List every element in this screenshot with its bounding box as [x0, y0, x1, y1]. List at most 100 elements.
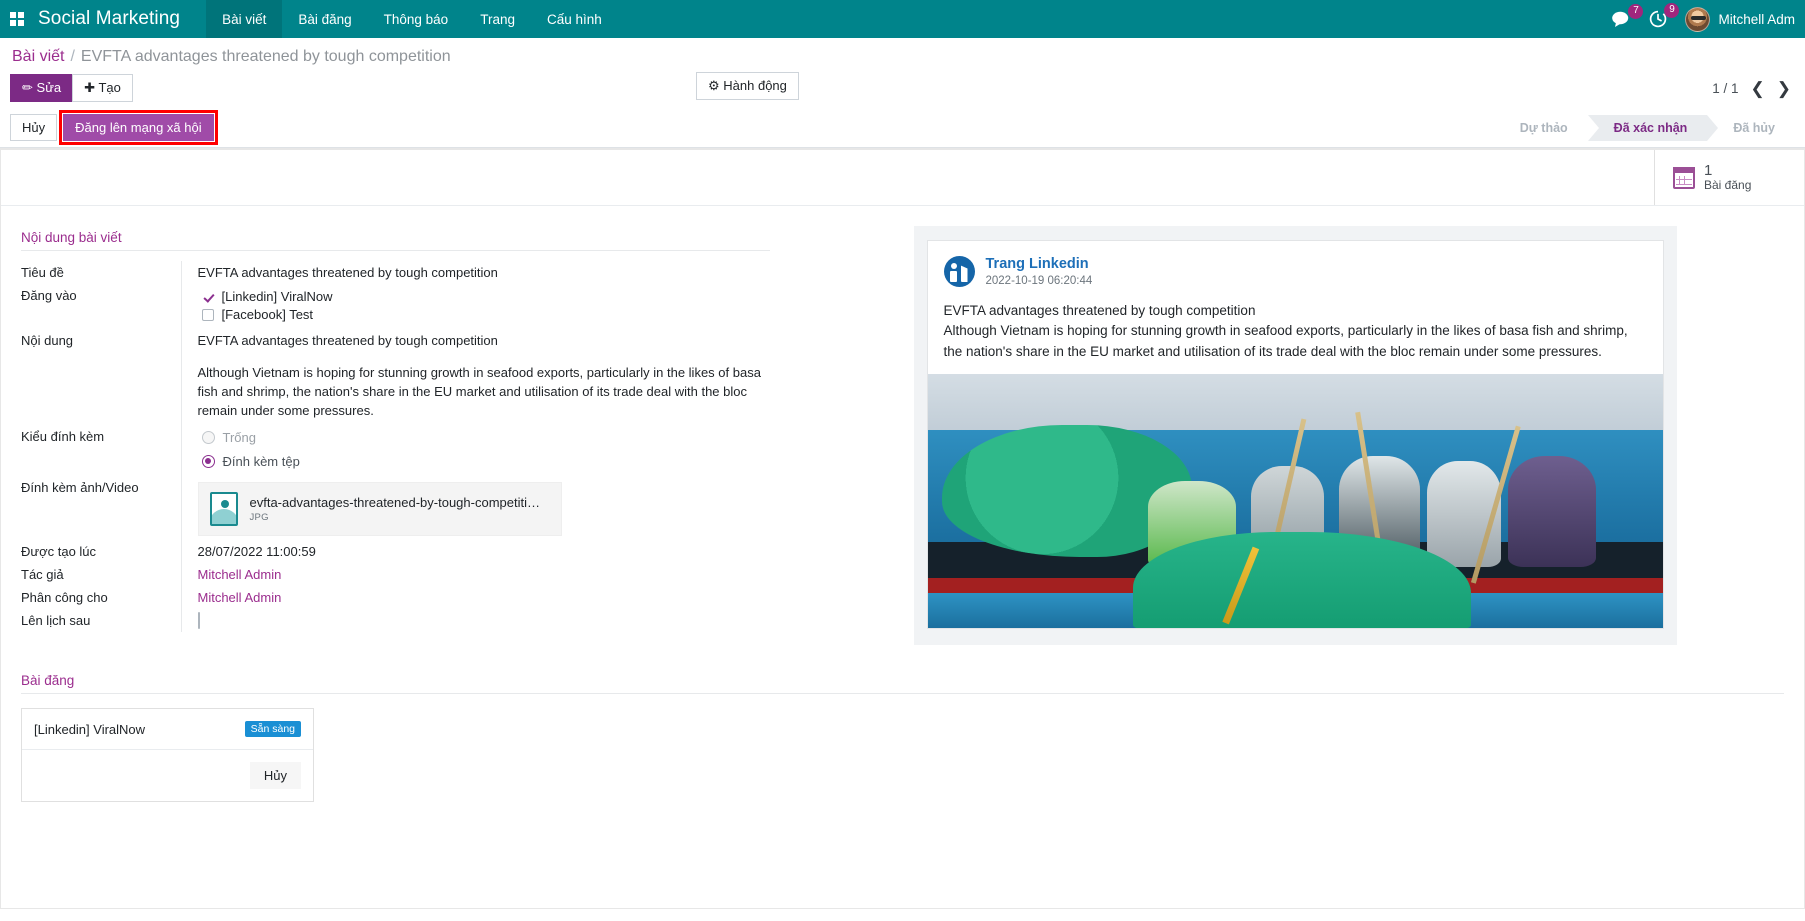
user-menu[interactable]: Mitchell Adm: [1685, 7, 1795, 32]
preview-column: Trang Linkedin 2022-10-19 06:20:44 EVFTA…: [786, 220, 1804, 645]
user-name-label: Mitchell Adm: [1718, 12, 1795, 27]
post-to-social-button[interactable]: Đăng lên mạng xã hội: [63, 114, 213, 141]
messages-button[interactable]: 7: [1612, 11, 1631, 28]
value-author[interactable]: Mitchell Admin: [181, 563, 770, 586]
messages-badge: 7: [1628, 4, 1643, 19]
value-assigned[interactable]: Mitchell Admin: [181, 586, 770, 609]
pager-previous-icon[interactable]: ❮: [1751, 80, 1765, 97]
form-group-title: Nội dung bài viết: [21, 230, 770, 251]
stat-button-box: 1 Bài đăng: [1, 150, 1804, 206]
value-schedule: [181, 609, 770, 632]
preview-identity: Trang Linkedin 2022-10-19 06:20:44: [986, 255, 1093, 289]
menu-item-configuration[interactable]: Cấu hình: [531, 0, 618, 38]
activities-badge: 9: [1664, 3, 1679, 18]
attachment-option-empty[interactable]: Trống: [202, 430, 771, 445]
pencil-icon: ✏: [22, 80, 33, 95]
record-buttons: ✏ Sửa ✚ Tạo: [10, 74, 133, 102]
gear-icon: ⚙: [708, 78, 720, 93]
menu-item-posts[interactable]: Bài đăng: [282, 0, 367, 38]
post-card-cancel-button[interactable]: Hủy: [250, 762, 301, 789]
account-option-facebook[interactable]: [Facebook] Test: [202, 307, 771, 322]
attachment-option-label-file: Đính kèm tệp: [223, 454, 300, 469]
label-title: Tiêu đề: [21, 261, 181, 284]
field-row-created: Được tạo lúc 28/07/2022 11:00:59: [21, 540, 770, 563]
value-message[interactable]: EVFTA advantages threatened by tough com…: [181, 329, 770, 425]
edit-button-label: Sửa: [37, 80, 62, 95]
control-panel: Bài viết / EVFTA advantages threatened b…: [0, 38, 1805, 148]
pager: 1 / 1 ❮ ❯: [1712, 80, 1795, 97]
toolbar: ✏ Sửa ✚ Tạo ⚙ Hành động 1 / 1 ❮ ❯: [10, 70, 1795, 110]
field-row-message: Nội dung EVFTA advantages threatened by …: [21, 329, 770, 425]
attachment-item[interactable]: evfta-advantages-threatened-by-tough-com…: [198, 482, 562, 536]
attachment-option-label-empty: Trống: [223, 430, 256, 445]
edit-button[interactable]: ✏ Sửa: [10, 74, 73, 102]
action-button[interactable]: ⚙ Hành động: [696, 72, 799, 100]
sheet-body: Nội dung bài viết Tiêu đề EVFTA advantag…: [1, 206, 1804, 645]
attachment-extension: JPG: [250, 512, 547, 523]
attachment-option-file[interactable]: Đính kèm tệp: [202, 454, 771, 469]
value-attachment: evfta-advantages-threatened-by-tough-com…: [181, 476, 770, 540]
status-badge: Sẵn sàng: [245, 721, 301, 737]
field-row-title: Tiêu đề EVFTA advantages threatened by t…: [21, 261, 770, 284]
stat-label: Bài đăng: [1704, 179, 1751, 193]
field-row-author: Tác giả Mitchell Admin: [21, 563, 770, 586]
plus-icon: ✚: [84, 80, 95, 95]
account-option-linkedin[interactable]: [Linkedin] ViralNow: [202, 289, 771, 304]
create-button[interactable]: ✚ Tạo: [72, 74, 133, 102]
attachment-filename: evfta-advantages-threatened-by-tough-com…: [250, 495, 547, 510]
pager-next-icon[interactable]: ❯: [1777, 80, 1791, 97]
checkbox-facebook[interactable]: [202, 309, 214, 321]
value-post-on: [Linkedin] ViralNow [Facebook] Test: [181, 284, 770, 329]
activities-button[interactable]: 9: [1649, 10, 1667, 28]
sheet-container: 1 Bài đăng Nội dung bài viết Tiêu đề EVF…: [0, 148, 1805, 909]
menu-item-notifications[interactable]: Thông báo: [368, 0, 465, 38]
statusbar: Dự thảo Đã xác nhận Đã hủy: [1494, 115, 1795, 141]
label-assigned: Phân công cho: [21, 586, 181, 609]
account-label-facebook: [Facebook] Test: [222, 307, 314, 322]
app-brand-title[interactable]: Social Marketing: [34, 8, 206, 30]
menu-item-pages[interactable]: Trang: [464, 0, 531, 38]
pager-counter: 1 / 1: [1712, 81, 1738, 96]
label-attachment-type: Kiểu đính kèm: [21, 425, 181, 476]
form-column: Nội dung bài viết Tiêu đề EVFTA advantag…: [1, 220, 786, 645]
account-label-linkedin: [Linkedin] ViralNow: [222, 289, 333, 304]
image-file-icon: [210, 492, 238, 526]
stage-confirmed[interactable]: Đã xác nhận: [1588, 115, 1708, 141]
value-title[interactable]: EVFTA advantages threatened by tough com…: [181, 261, 770, 284]
breadcrumb-separator: /: [70, 48, 74, 66]
checkbox-linkedin[interactable]: [202, 291, 214, 303]
posts-group: Bài đăng [Linkedin] ViralNow Sẵn sàng Hủ…: [1, 645, 1804, 802]
post-to-social-highlight: Đăng lên mạng xã hội: [63, 114, 213, 141]
radio-empty[interactable]: [202, 431, 215, 444]
preview-image: [928, 374, 1663, 628]
preview-page-name[interactable]: Trang Linkedin: [986, 255, 1093, 274]
apps-grid-icon: [10, 12, 24, 26]
preview-frame: Trang Linkedin 2022-10-19 06:20:44 EVFTA…: [914, 226, 1677, 645]
avatar: [1685, 7, 1710, 32]
label-attachment: Đính kèm ảnh/Video: [21, 476, 181, 540]
stage-cancelled[interactable]: Đã hủy: [1707, 115, 1795, 141]
preview-text-line-2: Although Vietnam is hoping for stunning …: [944, 321, 1647, 362]
breadcrumb-root[interactable]: Bài viết: [12, 48, 64, 66]
linkedin-icon: [944, 256, 975, 287]
breadcrumb-current: EVFTA advantages threatened by tough com…: [81, 48, 451, 66]
form-fields: Tiêu đề EVFTA advantages threatened by t…: [21, 261, 770, 632]
preview-text-line-1: EVFTA advantages threatened by tough com…: [944, 301, 1647, 322]
stage-draft[interactable]: Dự thảo: [1494, 115, 1588, 141]
checkbox-schedule-later[interactable]: [198, 612, 200, 629]
breadcrumb: Bài viết / EVFTA advantages threatened b…: [10, 38, 1795, 70]
posts-group-title: Bài đăng: [21, 673, 1784, 694]
preview-text: EVFTA advantages threatened by tough com…: [928, 297, 1663, 375]
post-card-footer: Hủy: [22, 750, 313, 801]
apps-menu-button[interactable]: [0, 0, 34, 38]
form-sheet: 1 Bài đăng Nội dung bài viết Tiêu đề EVF…: [0, 149, 1805, 909]
menu-item-posts-articles[interactable]: Bài viết: [206, 0, 282, 38]
stat-button-posts[interactable]: 1 Bài đăng: [1654, 150, 1804, 205]
cancel-workflow-button[interactable]: Hủy: [10, 114, 57, 141]
attachment-meta: evfta-advantages-threatened-by-tough-com…: [250, 495, 547, 523]
radio-attach-file[interactable]: [202, 455, 215, 468]
action-menu-wrap: ⚙ Hành động: [696, 72, 799, 100]
field-row-attachment: Đính kèm ảnh/Video evfta-advantages-thre…: [21, 476, 770, 540]
workflow-row: Hủy Đăng lên mạng xã hội Dự thảo Đã xác …: [10, 110, 1795, 147]
main-menu: Bài viết Bài đăng Thông báo Trang Cấu hì…: [206, 0, 618, 38]
